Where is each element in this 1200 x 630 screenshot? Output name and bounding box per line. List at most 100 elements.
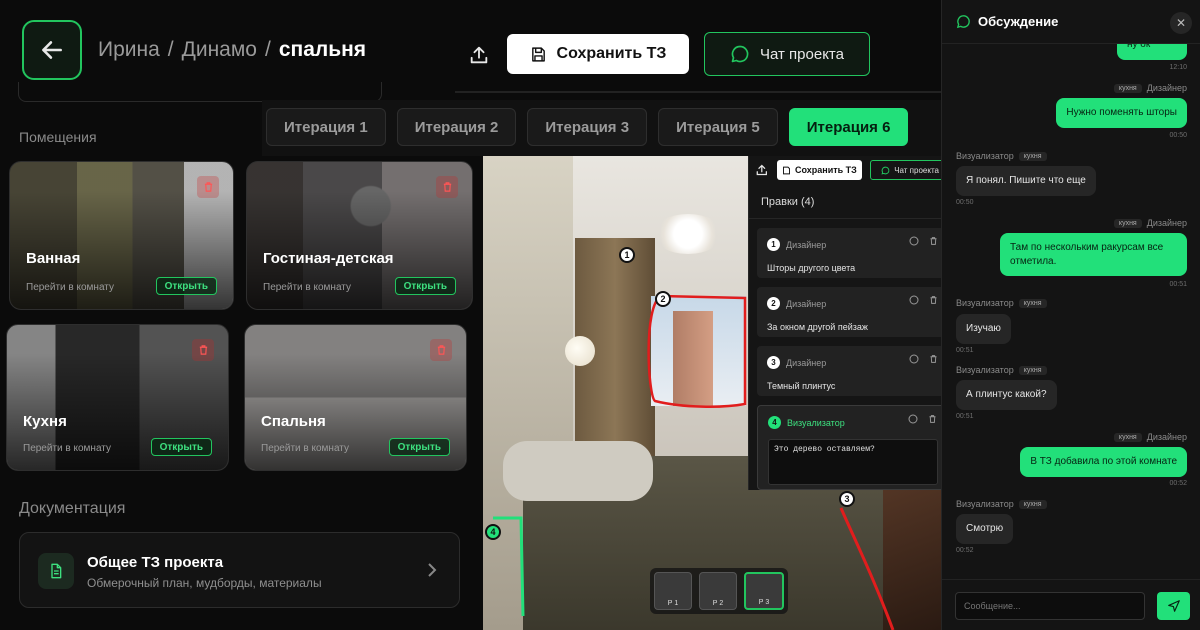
project-tz-doc[interactable]: Общее ТЗ проекта Обмерочный план, мудбор… <box>19 532 460 608</box>
message-outgoing: В ТЗ добавила по этой комнате <box>1020 447 1187 477</box>
room-card-living[interactable]: Гостиная-детская Перейти в комнату Откры… <box>246 161 473 310</box>
room-card-kitchen[interactable]: Кухня Перейти в комнату Открыть <box>6 324 229 471</box>
save-tz-label: Сохранить ТЗ <box>556 45 667 62</box>
upload-icon <box>470 46 488 64</box>
edit-text: Темный плинтус <box>767 381 836 391</box>
message-meta: Визуализатор кухня <box>956 499 1047 509</box>
thumbnail-label: Р 3 <box>758 599 770 606</box>
chat-bubble-icon <box>956 15 970 29</box>
delete-room-button[interactable] <box>436 176 458 198</box>
annotation-marker-4[interactable]: 4 <box>485 524 501 540</box>
trash-icon[interactable] <box>928 414 937 424</box>
edit-item[interactable]: 3 Дизайнер Темный плинтус <box>757 346 948 396</box>
circle-check-icon[interactable] <box>908 414 918 424</box>
room-tag: кухня <box>1018 365 1047 375</box>
room-card-bedroom[interactable]: Спальня Перейти в комнату Открыть <box>244 324 467 471</box>
circle-check-icon[interactable] <box>909 236 919 246</box>
send-button[interactable] <box>1157 592 1190 620</box>
chat-bubble-icon <box>731 45 749 63</box>
upload-button[interactable] <box>462 38 496 72</box>
room-card-bathroom[interactable]: Ванная Перейти в комнату Открыть <box>9 161 234 310</box>
message-author: Визуализатор <box>956 499 1014 509</box>
room-tag: кухня <box>1113 218 1142 228</box>
room-name: Ванная <box>26 250 81 267</box>
room-name: Гостиная-детская <box>263 250 394 267</box>
tab-iteration-5[interactable]: Итерация 5 <box>658 108 778 146</box>
open-room-button[interactable]: Открыть <box>394 277 456 295</box>
message-outgoing: Нужно поменять шторы <box>1056 98 1187 128</box>
circle-check-icon[interactable] <box>909 354 919 364</box>
message-author: Визуализатор <box>956 365 1014 375</box>
delete-room-button[interactable] <box>192 339 214 361</box>
discussion-title: Обсуждение <box>978 14 1059 29</box>
breadcrumb-project[interactable]: Динамо <box>182 38 257 61</box>
message-meta: Визуализатор кухня <box>956 151 1047 161</box>
edit-number: 4 <box>768 416 781 430</box>
edit-text: За окном другой пейзаж <box>767 322 868 332</box>
message-list: ну ок 12:10 кухня Дизайнер Нужно поменять… <box>942 44 1200 580</box>
open-room-button[interactable]: Открыть <box>388 438 450 456</box>
trash-icon[interactable] <box>929 354 938 364</box>
doc-subtitle: Обмерочный план, мудборды, материалы <box>87 576 322 590</box>
room-hint: Перейти в комнату <box>23 443 111 454</box>
discussion-header: Обсуждение <box>942 0 1200 44</box>
delete-room-button[interactable] <box>430 339 452 361</box>
trash-icon[interactable] <box>929 295 938 305</box>
project-chat-button[interactable]: Чат проекта <box>704 32 870 76</box>
room-tag: кухня <box>1018 151 1047 161</box>
tab-iteration-2[interactable]: Итерация 2 <box>396 108 517 146</box>
message-outgoing: ну ок <box>1117 44 1187 60</box>
message-author: Визуализатор <box>956 298 1014 308</box>
breadcrumb-client[interactable]: Ирина <box>98 38 160 61</box>
tab-iteration-1[interactable]: Итерация 1 <box>266 108 386 146</box>
thumbnail-view-1[interactable]: Р 1 <box>654 572 692 610</box>
room-tag: кухня <box>1113 83 1142 93</box>
edit-controls <box>909 236 938 246</box>
message-input[interactable] <box>955 592 1145 620</box>
edit-item-active[interactable]: 4 Визуализатор Это дерево оставляем? <box>757 405 948 490</box>
edit-controls <box>908 414 937 424</box>
thumbnail-label: Р 1 <box>667 600 679 607</box>
header-divider <box>455 91 941 93</box>
thumbnail-view-3[interactable]: Р 3 <box>744 572 784 610</box>
rooms-section-label: Помещения <box>19 129 97 145</box>
close-icon[interactable]: ✕ <box>1170 12 1192 34</box>
tab-iteration-3[interactable]: Итерация 3 <box>527 108 648 146</box>
edit-item[interactable]: 2 Дизайнер За окном другой пейзаж <box>757 287 948 337</box>
discussion-panel: Обсуждение ✕ ну ок 12:10 кухня Дизайнер Н… <box>941 0 1200 630</box>
message-time: 00:50 <box>1169 132 1187 139</box>
mini-chat-button[interactable]: Чат проекта <box>870 160 950 180</box>
message-author: Дизайнер <box>1146 83 1187 93</box>
annotation-marker-2[interactable]: 2 <box>655 291 671 307</box>
back-button[interactable] <box>22 20 82 80</box>
breadcrumb-current: спальня <box>278 38 367 61</box>
mini-save-tz-button[interactable]: Сохранить ТЗ <box>776 160 863 180</box>
delete-room-button[interactable] <box>197 176 219 198</box>
annotation-baseboard-outline <box>839 507 895 630</box>
annotation-marker-1[interactable]: 1 <box>619 247 635 263</box>
message-meta: кухня Дизайнер <box>1113 218 1187 228</box>
tab-iteration-6[interactable]: Итерация 6 <box>788 108 909 146</box>
thumbnail-view-2[interactable]: Р 2 <box>699 572 737 610</box>
edits-panel: Сохранить ТЗ Чат проекта Правки (4) 1 Диз… <box>748 156 956 490</box>
annotation-marker-3[interactable]: 3 <box>839 491 855 507</box>
upload-icon[interactable] <box>755 163 769 177</box>
trash-icon[interactable] <box>929 236 938 246</box>
trash-icon <box>204 182 212 192</box>
open-room-button[interactable]: Открыть <box>155 277 217 295</box>
breadcrumb-separator: / <box>167 38 174 61</box>
message-time: 00:52 <box>1169 480 1187 487</box>
edit-author: Дизайнер <box>786 298 827 309</box>
open-room-button[interactable]: Открыть <box>150 438 212 456</box>
circle-check-icon[interactable] <box>909 295 919 305</box>
message-author: Дизайнер <box>1146 218 1187 228</box>
edit-comment-field[interactable]: Это дерево оставляем? <box>768 439 938 485</box>
breadcrumb: Ирина / Динамо / спальня <box>98 38 366 62</box>
room-tag: кухня <box>1113 432 1142 442</box>
project-chat-label: Чат проекта <box>760 45 844 63</box>
edit-item[interactable]: 1 Дизайнер Шторы другого цвета <box>757 228 948 278</box>
filter-bar <box>18 82 382 102</box>
message-incoming: Изучаю <box>956 314 1011 344</box>
edit-author: Дизайнер <box>786 239 827 250</box>
save-tz-button[interactable]: Сохранить ТЗ <box>507 34 689 74</box>
